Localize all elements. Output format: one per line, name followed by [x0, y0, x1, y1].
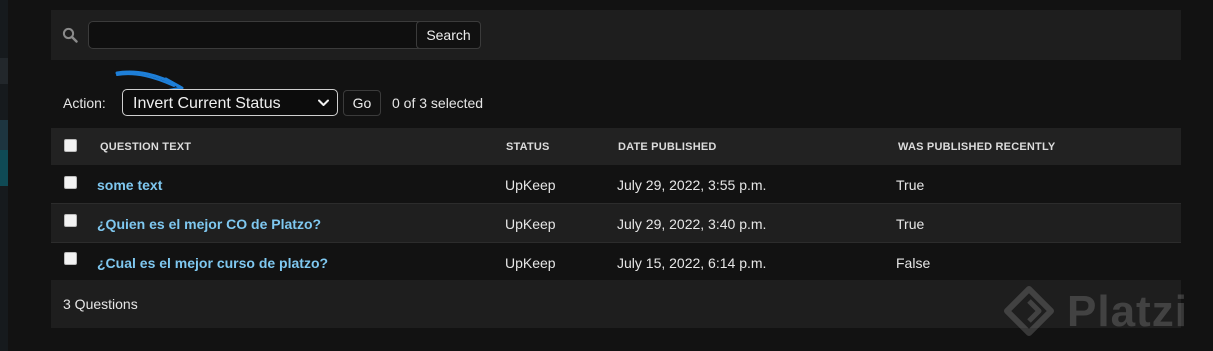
status-cell: UpKeep: [505, 177, 556, 193]
action-label: Action:: [63, 95, 106, 111]
selected-count: 0 of 3 selected: [392, 95, 484, 111]
search-button[interactable]: Search: [416, 21, 481, 49]
column-header-question-text[interactable]: QUESTION TEXT: [100, 141, 191, 153]
platzi-watermark: Platzi: [995, 281, 1205, 341]
was-published-recently-cell: True: [896, 216, 925, 232]
result-count: 3 Questions: [63, 296, 138, 312]
sidebar-edge: [0, 0, 8, 351]
row-checkbox[interactable]: [64, 252, 77, 265]
status-cell: UpKeep: [505, 216, 556, 232]
status-cell: UpKeep: [505, 255, 556, 271]
watermark-text: Platzi: [1067, 287, 1188, 336]
search-icon: [62, 27, 78, 43]
question-link[interactable]: ¿Quien es el mejor CO de Platzo?: [97, 216, 321, 232]
table-row: ¿Quien es el mejor CO de Platzo? UpKeep …: [51, 204, 1181, 242]
table-row: ¿Cual es el mejor curso de platzo? UpKee…: [51, 243, 1181, 281]
row-checkbox[interactable]: [64, 176, 77, 189]
date-published-cell: July 29, 2022, 3:55 p.m.: [617, 177, 767, 193]
sidebar-edge-segment: [0, 58, 8, 84]
row-checkbox[interactable]: [64, 214, 77, 227]
sidebar-edge-segment: [0, 150, 8, 186]
was-published-recently-cell: False: [896, 255, 931, 271]
column-header-was-published-recently[interactable]: WAS PUBLISHED RECENTLY: [898, 141, 1055, 153]
chevron-down-icon: [318, 99, 329, 106]
action-select-value: Invert Current Status: [133, 95, 281, 112]
select-all-checkbox[interactable]: [64, 139, 77, 152]
action-select[interactable]: Invert Current Status: [122, 89, 338, 116]
search-input[interactable]: [88, 21, 424, 49]
table-row: some text UpKeep July 29, 2022, 3:55 p.m…: [51, 165, 1181, 203]
table-header: QUESTION TEXT STATUS DATE PUBLISHED WAS …: [51, 128, 1181, 165]
date-published-cell: July 15, 2022, 6:14 p.m.: [617, 255, 767, 271]
column-header-status[interactable]: STATUS: [506, 141, 550, 153]
question-link[interactable]: some text: [97, 177, 162, 193]
column-header-date-published[interactable]: DATE PUBLISHED: [618, 141, 717, 153]
was-published-recently-cell: True: [896, 177, 925, 193]
question-link[interactable]: ¿Cual es el mejor curso de platzo?: [97, 255, 328, 271]
date-published-cell: July 29, 2022, 3:40 p.m.: [617, 216, 767, 232]
search-toolbar: Search: [51, 10, 1181, 60]
platzi-logo-icon: [1004, 286, 1054, 336]
go-button[interactable]: Go: [343, 90, 381, 116]
